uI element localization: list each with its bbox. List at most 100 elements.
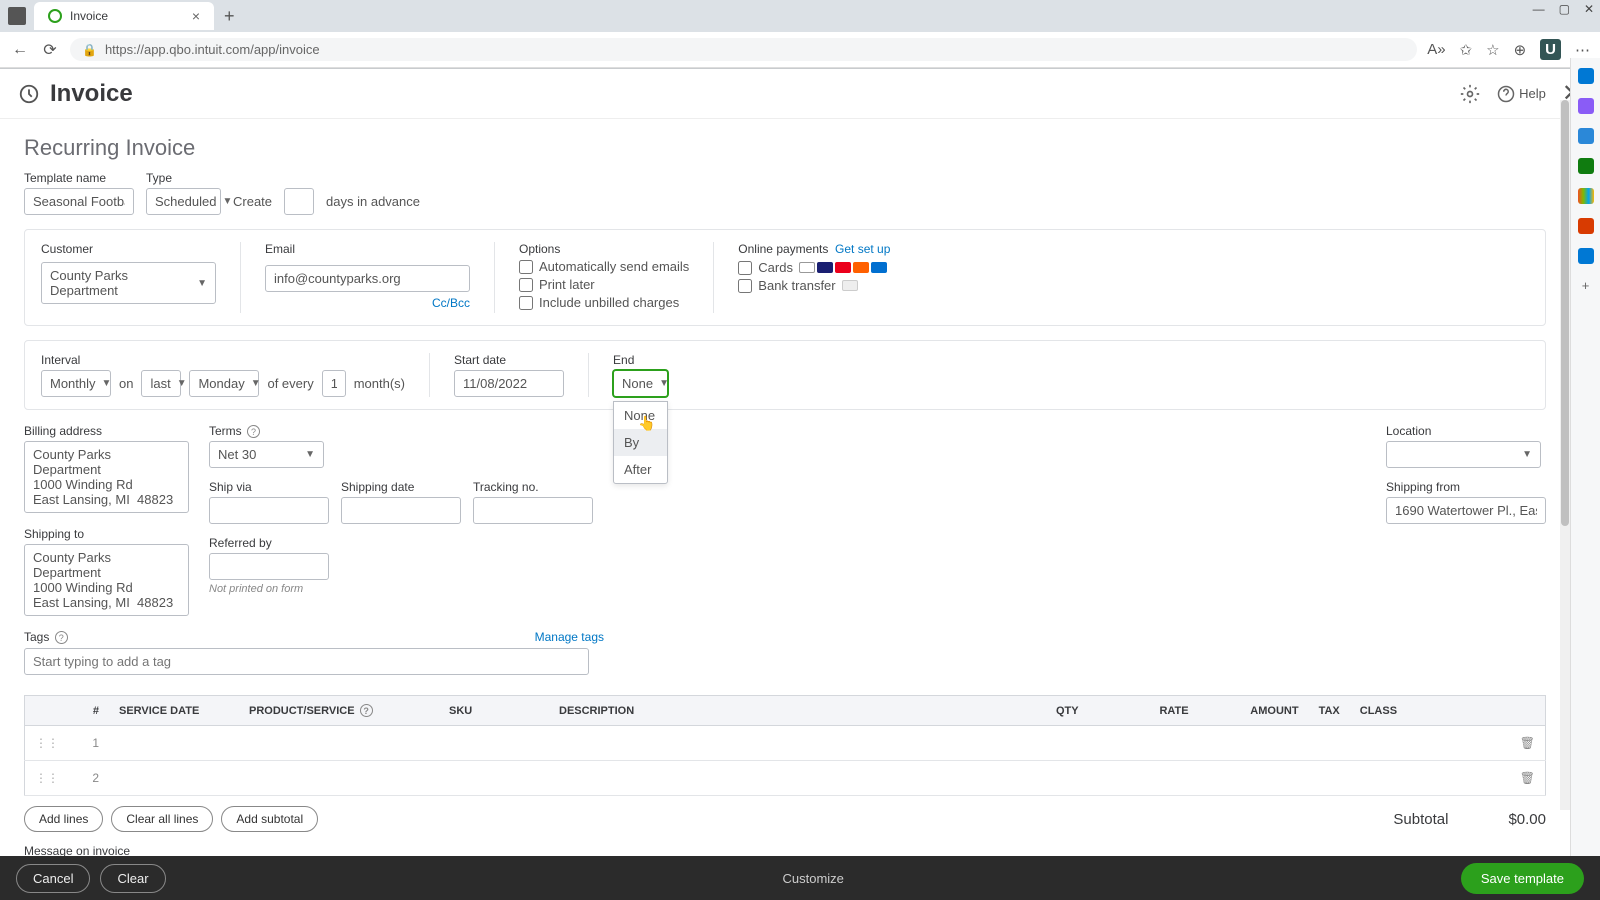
info-icon[interactable]: ? bbox=[360, 704, 373, 717]
delete-row-icon[interactable]: 🗑 bbox=[1510, 761, 1546, 796]
subtotal-label: Subtotal bbox=[1393, 811, 1448, 828]
rail-search-icon[interactable] bbox=[1578, 68, 1594, 84]
location-label: Location bbox=[1386, 424, 1546, 438]
end-option-none[interactable]: None bbox=[614, 402, 667, 429]
bank-checkbox[interactable] bbox=[738, 279, 752, 293]
ship-via-input[interactable] bbox=[209, 497, 329, 524]
save-template-button[interactable]: Save template bbox=[1461, 863, 1584, 894]
col-qty: QTY bbox=[999, 696, 1089, 726]
drag-handle-icon[interactable]: ⋮⋮ bbox=[25, 761, 70, 796]
customize-button[interactable]: Customize bbox=[176, 871, 1451, 886]
address-bar[interactable]: 🔒 https://app.qbo.intuit.com/app/invoice bbox=[70, 38, 1417, 61]
rail-purple-icon[interactable] bbox=[1578, 98, 1594, 114]
end-dropdown: None By After bbox=[613, 401, 668, 484]
rail-green-icon[interactable] bbox=[1578, 158, 1594, 174]
info-icon[interactable]: ? bbox=[55, 631, 68, 644]
shipping-from-input[interactable] bbox=[1386, 497, 1546, 524]
add-lines-button[interactable]: Add lines bbox=[24, 806, 103, 832]
tracking-input[interactable] bbox=[473, 497, 593, 524]
frequency-select[interactable]: Monthly▼ bbox=[41, 370, 111, 397]
read-aloud-icon[interactable]: A» bbox=[1427, 41, 1445, 58]
delete-row-icon[interactable]: 🗑 bbox=[1510, 726, 1546, 761]
tracking-label: Tracking no. bbox=[473, 480, 593, 494]
tab-title: Invoice bbox=[70, 9, 108, 23]
settings-icon[interactable] bbox=[1459, 83, 1481, 105]
tags-input[interactable] bbox=[24, 648, 589, 675]
end-select[interactable]: None▼ None By After 👆 bbox=[613, 370, 668, 397]
clear-button[interactable]: Clear bbox=[100, 864, 165, 893]
page-header: Invoice Help ✕ bbox=[0, 69, 1600, 119]
window-minimize[interactable]: — bbox=[1533, 2, 1545, 16]
tab-close-icon[interactable]: × bbox=[192, 8, 200, 24]
refresh-button[interactable]: ⟳ bbox=[40, 40, 60, 60]
new-tab-button[interactable]: + bbox=[214, 6, 245, 27]
window-maximize[interactable]: ▢ bbox=[1559, 2, 1570, 16]
col-sku: SKU bbox=[439, 696, 549, 726]
location-select[interactable]: ▼ bbox=[1386, 441, 1541, 468]
drag-handle-icon[interactable]: ⋮⋮ bbox=[25, 726, 70, 761]
email-input[interactable] bbox=[265, 265, 470, 292]
menu-icon[interactable]: ⋯ bbox=[1575, 41, 1590, 59]
profile-badge[interactable]: U bbox=[1540, 39, 1561, 60]
day-pos-select[interactable]: last▼ bbox=[141, 370, 181, 397]
collections-icon[interactable]: ⊕ bbox=[1514, 41, 1527, 59]
type-label: Type bbox=[146, 171, 221, 185]
type-select[interactable]: Scheduled▼ bbox=[146, 188, 221, 215]
browser-tab[interactable]: Invoice × bbox=[34, 2, 214, 30]
options-label: Options bbox=[519, 242, 689, 256]
col-description: DESCRIPTION bbox=[549, 696, 999, 726]
content-area: Recurring Invoice Template name Type Sch… bbox=[0, 119, 1570, 859]
customer-select[interactable]: County Parks Department▼ bbox=[41, 262, 216, 304]
referred-input[interactable] bbox=[209, 553, 329, 580]
print-later-checkbox[interactable] bbox=[519, 278, 533, 292]
interval-count-input[interactable] bbox=[322, 370, 346, 397]
help-button[interactable]: Help bbox=[1497, 85, 1546, 103]
ccbcc-link[interactable]: Cc/Bcc bbox=[432, 296, 470, 310]
end-option-by[interactable]: By bbox=[614, 429, 667, 456]
section-title: Recurring Invoice bbox=[24, 135, 1546, 161]
terms-label: Terms ? bbox=[209, 424, 593, 438]
end-option-after[interactable]: After bbox=[614, 456, 667, 483]
rail-multi-icon[interactable] bbox=[1578, 188, 1594, 204]
rail-blue-icon[interactable] bbox=[1578, 128, 1594, 144]
ship-via-label: Ship via bbox=[209, 480, 329, 494]
rail-orange-icon[interactable] bbox=[1578, 218, 1594, 234]
create-text: Create bbox=[233, 194, 272, 215]
clear-lines-button[interactable]: Clear all lines bbox=[111, 806, 213, 832]
cards-checkbox[interactable] bbox=[738, 261, 752, 275]
setup-link[interactable]: Get set up bbox=[835, 242, 890, 256]
days-advance-text: days in advance bbox=[326, 194, 420, 215]
card-icons bbox=[799, 262, 887, 273]
rail-add-icon[interactable]: + bbox=[1578, 278, 1594, 294]
customer-label: Customer bbox=[41, 242, 216, 256]
shipping-to-input[interactable] bbox=[24, 544, 189, 616]
cancel-button[interactable]: Cancel bbox=[16, 864, 90, 893]
start-date-input[interactable] bbox=[454, 370, 564, 397]
shipping-date-input[interactable] bbox=[341, 497, 461, 524]
shipping-date-label: Shipping date bbox=[341, 480, 461, 494]
referred-label: Referred by bbox=[209, 536, 593, 550]
payments-label: Online payments Get set up bbox=[738, 242, 890, 256]
unbilled-checkbox[interactable] bbox=[519, 296, 533, 310]
table-row[interactable]: ⋮⋮ 1 🗑 bbox=[25, 726, 1546, 761]
terms-select[interactable]: Net 30▼ bbox=[209, 441, 324, 468]
star-outline-icon[interactable]: ✩ bbox=[1460, 41, 1473, 59]
manage-tags-link[interactable]: Manage tags bbox=[535, 630, 604, 644]
back-button[interactable]: ← bbox=[10, 41, 30, 59]
favorites-icon[interactable]: ☆ bbox=[1486, 41, 1499, 59]
add-subtotal-button[interactable]: Add subtotal bbox=[221, 806, 318, 832]
billing-address-input[interactable] bbox=[24, 441, 189, 513]
template-name-input[interactable] bbox=[24, 188, 134, 215]
footer-bar: Cancel Clear Customize Save template bbox=[0, 856, 1600, 900]
shipping-from-label: Shipping from bbox=[1386, 480, 1546, 494]
info-icon[interactable]: ? bbox=[247, 425, 260, 438]
scrollbar[interactable] bbox=[1560, 100, 1570, 810]
window-close[interactable]: ✕ bbox=[1584, 2, 1594, 16]
day-name-select[interactable]: Monday▼ bbox=[189, 370, 259, 397]
table-row[interactable]: ⋮⋮ 2 🗑 bbox=[25, 761, 1546, 796]
rail-outlook-icon[interactable] bbox=[1578, 248, 1594, 264]
auto-send-checkbox[interactable] bbox=[519, 260, 533, 274]
url-text: https://app.qbo.intuit.com/app/invoice bbox=[105, 42, 320, 57]
tab-strip-icon[interactable] bbox=[8, 7, 26, 25]
days-advance-input[interactable] bbox=[284, 188, 314, 215]
